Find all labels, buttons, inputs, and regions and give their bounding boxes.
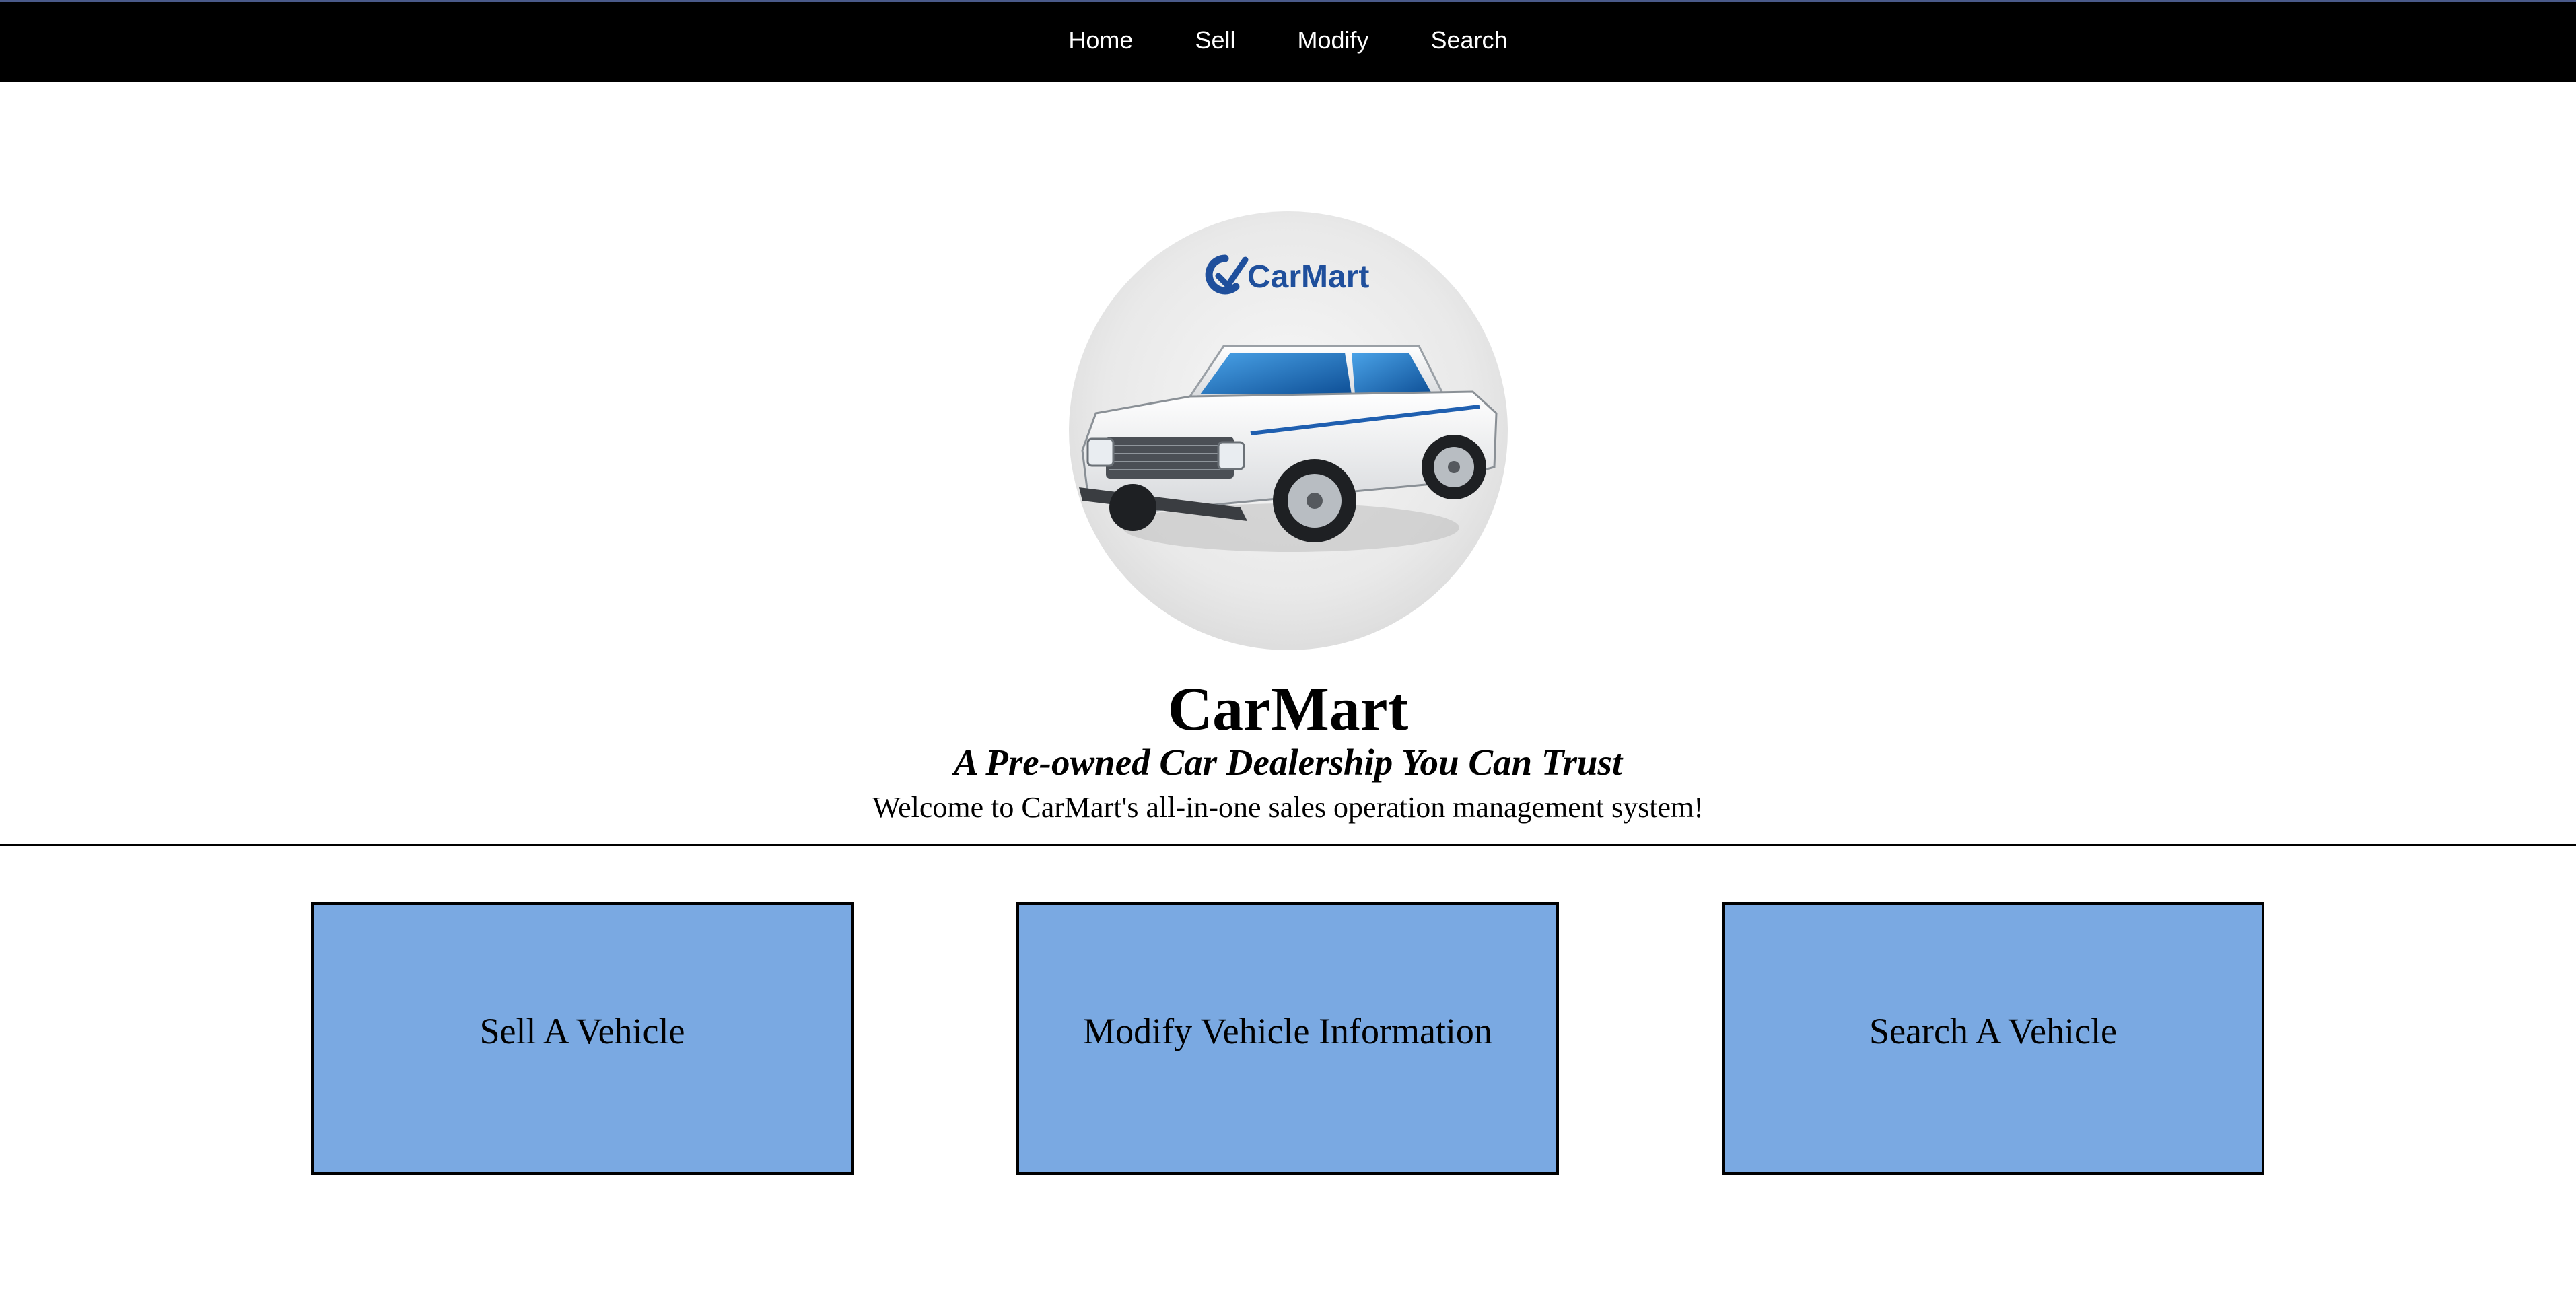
logo-wordmark: CarMart — [1247, 259, 1369, 295]
page-title: CarMart — [1167, 674, 1409, 743]
nav-home-link[interactable]: Home — [1068, 26, 1133, 55]
nav-search-link[interactable]: Search — [1431, 26, 1508, 55]
page-tagline: A Pre-owned Car Dealership You Can Trust — [953, 742, 1623, 783]
carmart-logo-image: CarMart — [1069, 211, 1508, 650]
nav-sell-link[interactable]: Sell — [1195, 26, 1235, 55]
sell-vehicle-label: Sell A Vehicle — [479, 1011, 685, 1051]
modify-vehicle-label: Modify Vehicle Information — [1083, 1011, 1492, 1051]
welcome-message: Welcome to CarMart's all-in-one sales op… — [872, 791, 1704, 824]
top-navbar: Home Sell Modify Search — [0, 0, 2576, 82]
nav-links: Home Sell Modify Search — [1037, 26, 1538, 55]
nav-modify-link[interactable]: Modify — [1297, 26, 1368, 55]
search-vehicle-label: Search A Vehicle — [1869, 1011, 2117, 1051]
search-vehicle-button[interactable]: Search A Vehicle — [1722, 902, 2264, 1175]
sell-vehicle-button[interactable]: Sell A Vehicle — [311, 902, 854, 1175]
modify-vehicle-button[interactable]: Modify Vehicle Information — [1016, 902, 1559, 1175]
section-divider — [0, 844, 2576, 846]
